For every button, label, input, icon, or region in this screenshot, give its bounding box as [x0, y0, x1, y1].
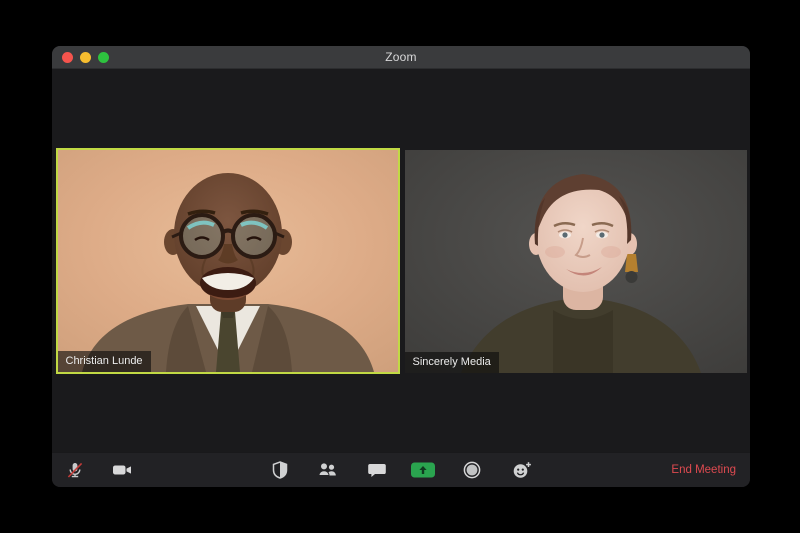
participant-name-label: Christian Lunde	[57, 351, 151, 372]
fullscreen-window-button[interactable]	[98, 51, 109, 63]
participant-name-label: Sincerely Media	[404, 351, 499, 373]
video-camera-icon	[113, 465, 131, 475]
security-shield-icon	[272, 461, 288, 479]
reactions-smiley-icon	[513, 462, 531, 478]
chat-bubble-icon	[368, 464, 386, 477]
participant-video-man	[57, 150, 398, 372]
stop-video-button[interactable]	[107, 453, 137, 487]
security-button[interactable]	[265, 453, 295, 487]
minimize-window-button[interactable]	[80, 51, 91, 63]
reactions-button[interactable]	[507, 453, 537, 487]
mute-button[interactable]	[60, 453, 90, 487]
meeting-toolbar: End Meeting	[52, 452, 750, 487]
close-window-button[interactable]	[62, 51, 73, 63]
record-button[interactable]	[457, 453, 487, 487]
desktop-background: Zoom Christian Lunde Sincerely Media End…	[0, 0, 800, 533]
participant-name: Christian Lunde	[65, 355, 143, 367]
share-screen-icon	[411, 462, 435, 478]
microphone-muted-icon	[67, 462, 83, 478]
share-screen-button[interactable]	[408, 453, 438, 487]
window-titlebar[interactable]: Zoom	[52, 46, 750, 69]
zoom-window: Zoom Christian Lunde Sincerely Media End…	[52, 46, 750, 487]
video-gallery: Christian Lunde Sincerely Media	[52, 69, 750, 453]
participants-icon	[318, 463, 336, 476]
participant-video-woman	[404, 149, 747, 373]
video-tile-christian-lunde[interactable]: Christian Lunde	[55, 148, 400, 374]
end-meeting-button[interactable]: End Meeting	[671, 453, 736, 487]
video-tile-sincerely-media[interactable]: Sincerely Media	[404, 149, 747, 373]
participant-name: Sincerely Media	[412, 355, 491, 368]
record-icon	[463, 461, 481, 479]
window-controls	[62, 46, 109, 68]
window-title: Zoom	[385, 50, 417, 64]
chat-button[interactable]	[362, 453, 392, 487]
participants-button[interactable]	[313, 453, 343, 487]
